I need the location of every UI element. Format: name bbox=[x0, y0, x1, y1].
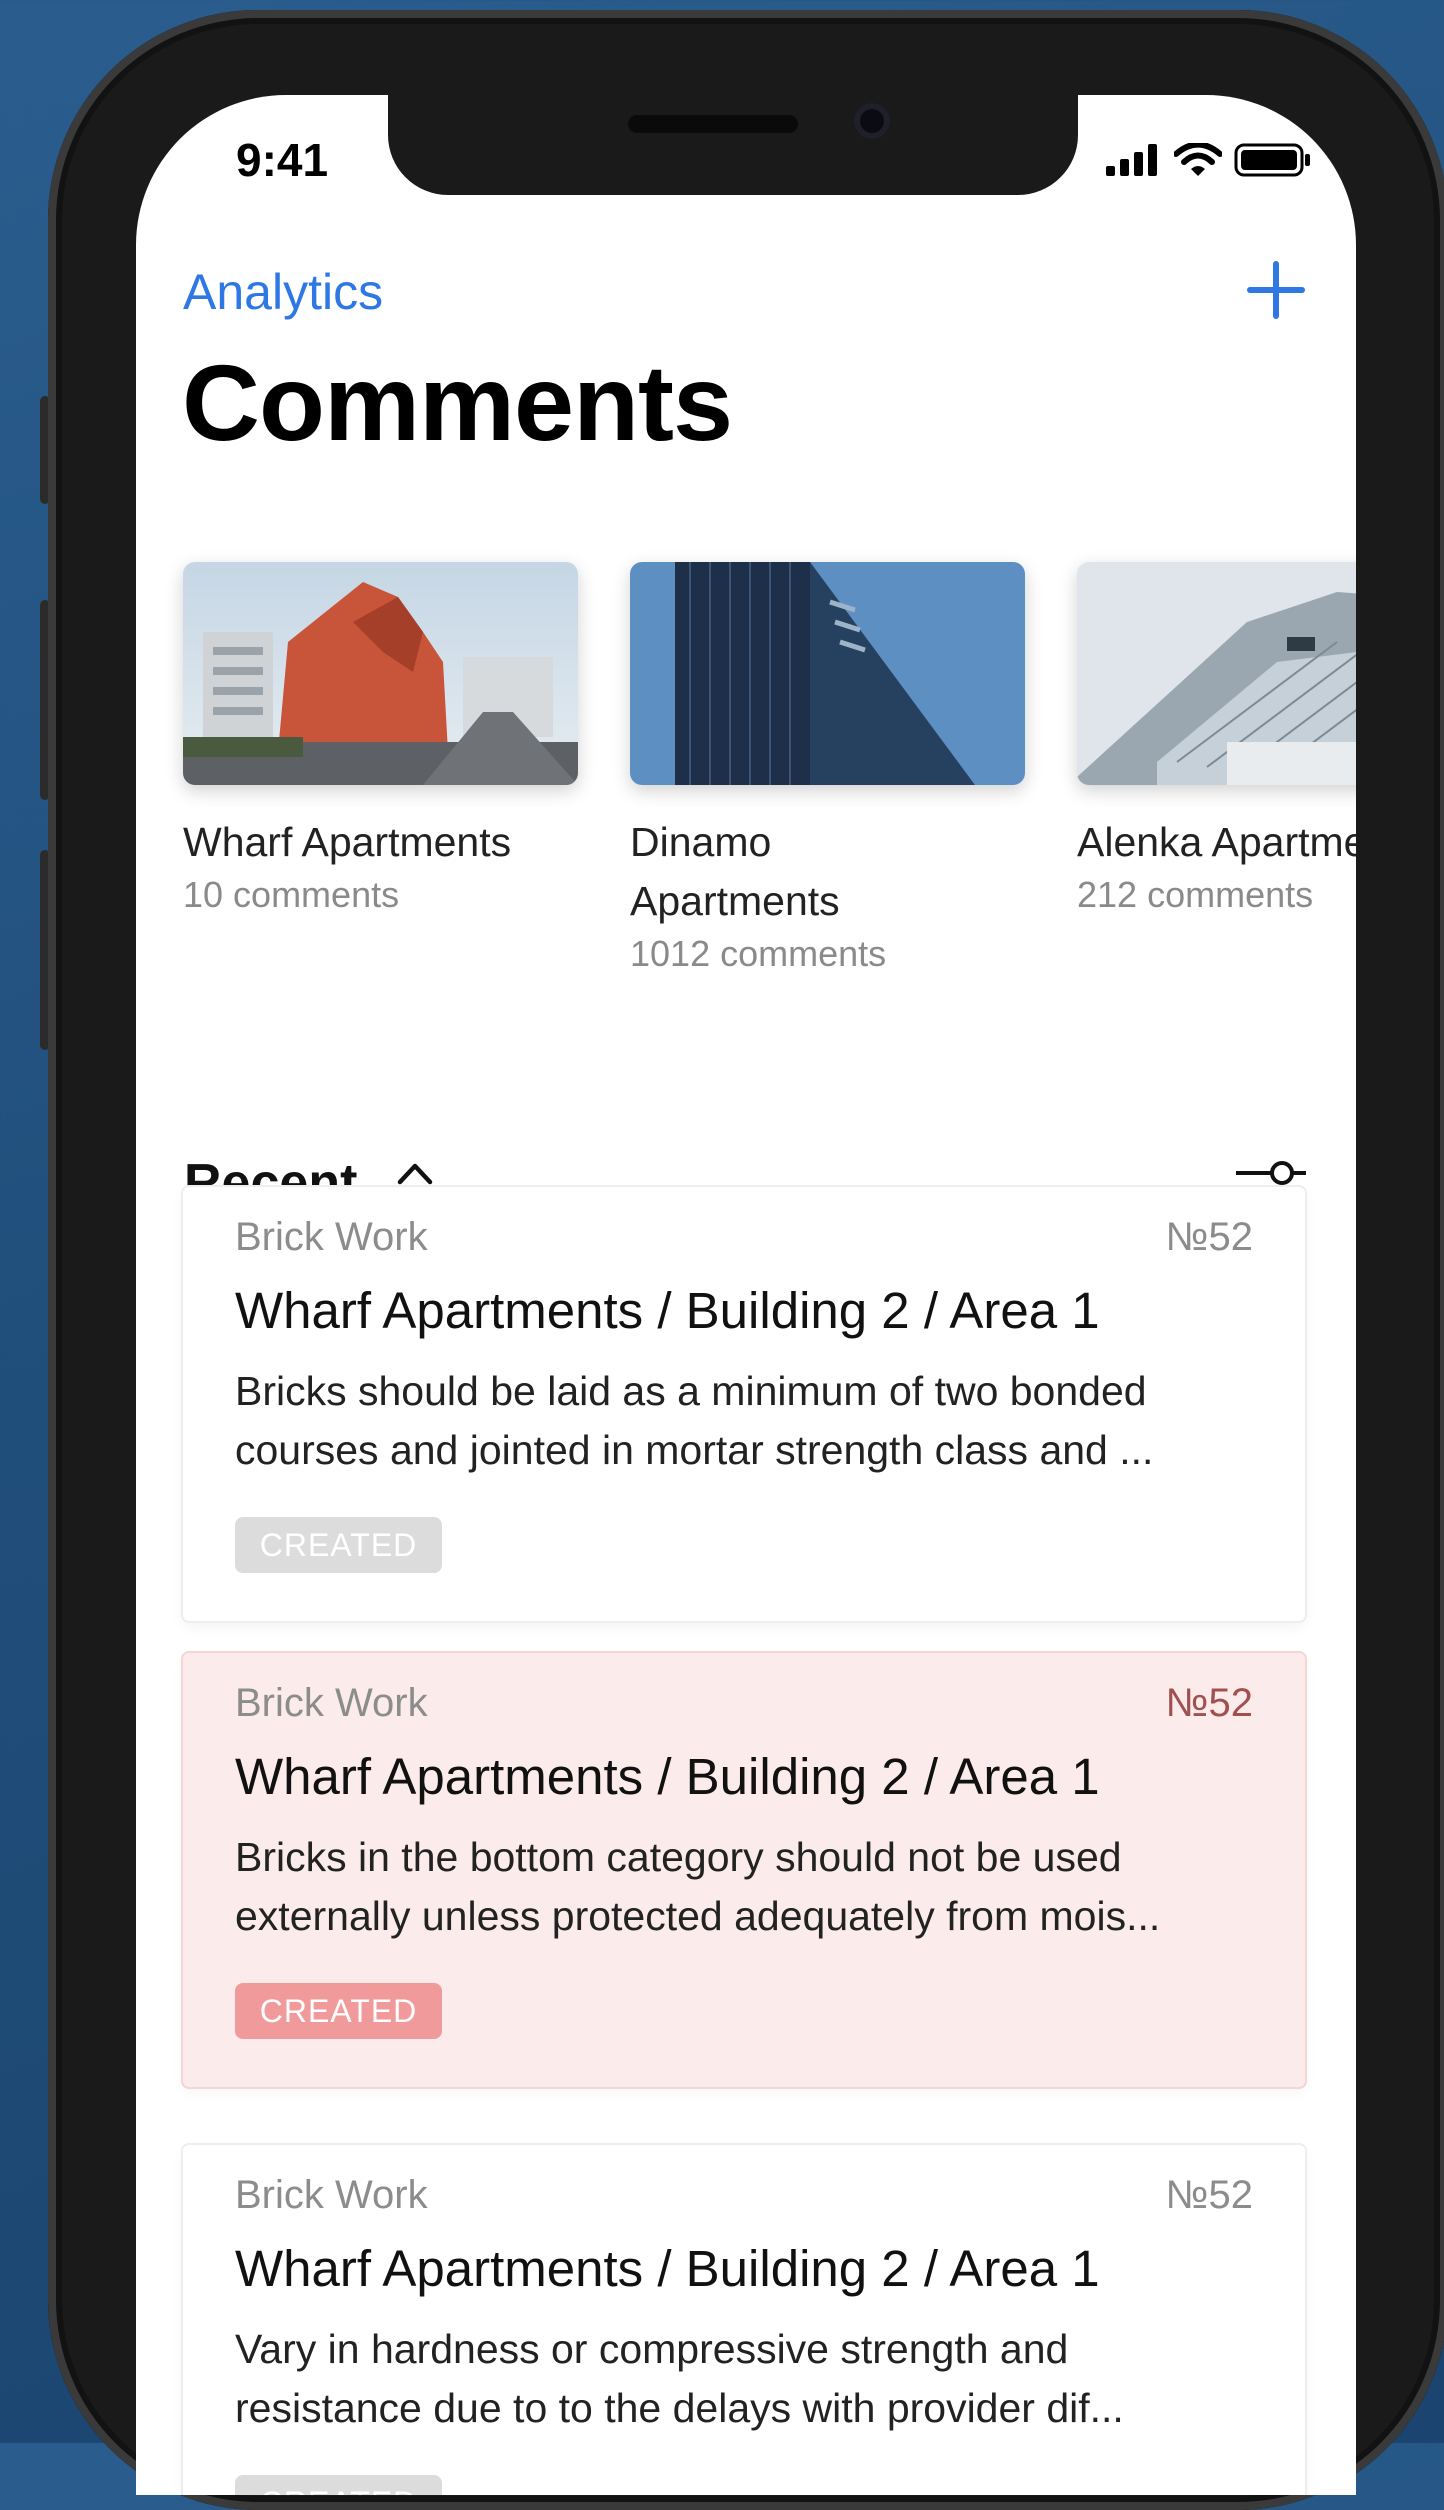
comment-text: Bricks should be laid as a minimum of tw… bbox=[235, 1368, 1154, 1473]
comment-number: №52 bbox=[1165, 1215, 1253, 1259]
comment-location: Wharf Apartments / Building 2 / Area 1 bbox=[235, 1748, 1100, 1805]
project-name: Dinamo Apartments bbox=[630, 819, 840, 924]
comment-text: Vary in hardness or compressive strength… bbox=[235, 2326, 1124, 2431]
project-photo bbox=[630, 562, 1025, 785]
signal-icon bbox=[1106, 144, 1157, 176]
status-badge: CREATED bbox=[235, 1517, 442, 1573]
project-comment-count: 10 comments bbox=[183, 874, 400, 915]
project-photo bbox=[1077, 562, 1356, 785]
project-name: Wharf Apartments bbox=[183, 819, 512, 865]
project-name: Alenka Apartments bbox=[1077, 819, 1356, 865]
comment-card[interactable]: Brick Work №52 Wharf Apartments / Buildi… bbox=[183, 1653, 1305, 2087]
plus-icon[interactable] bbox=[1246, 260, 1306, 320]
status-badge: CREATED bbox=[235, 1983, 442, 2039]
front-camera bbox=[854, 103, 890, 139]
status-badge: CREATED bbox=[235, 2475, 442, 2495]
project-card[interactable]: Alenka Apartments 212 comments bbox=[1077, 562, 1356, 916]
project-photo bbox=[183, 562, 578, 785]
projects-carousel[interactable]: Wharf Apartments 10 comments Dinamo Apar bbox=[183, 562, 1356, 1082]
comment-category: Brick Work bbox=[235, 1681, 428, 1725]
comment-text: Bricks in the bottom category should not… bbox=[235, 1834, 1161, 1939]
comment-category: Brick Work bbox=[235, 1215, 428, 1259]
speaker bbox=[628, 115, 798, 133]
project-card[interactable]: Dinamo Apartments 1012 comments bbox=[630, 562, 1025, 975]
battery-icon bbox=[1234, 143, 1310, 177]
status-icons bbox=[1106, 143, 1312, 177]
notch bbox=[388, 95, 1078, 195]
back-analytics-link[interactable]: Analytics bbox=[183, 263, 383, 321]
comment-number: №52 bbox=[1165, 1681, 1253, 1725]
wifi-icon bbox=[1174, 143, 1222, 176]
project-comment-count: 212 comments bbox=[1077, 874, 1314, 915]
project-comment-count: 1012 comments bbox=[630, 933, 887, 974]
comment-location: Wharf Apartments / Building 2 / Area 1 bbox=[235, 1282, 1100, 1339]
page-title: Comments bbox=[182, 342, 733, 463]
comment-number: №52 bbox=[1165, 2173, 1253, 2217]
project-card[interactable]: Wharf Apartments 10 comments bbox=[183, 562, 578, 916]
comment-card[interactable]: Brick Work №52 Wharf Apartments / Buildi… bbox=[183, 1187, 1305, 1621]
app-screen: 9:41 Analytics Comments Wharf Apartments… bbox=[136, 95, 1356, 2495]
comment-category: Brick Work bbox=[235, 2173, 428, 2217]
comment-location: Wharf Apartments / Building 2 / Area 1 bbox=[235, 2240, 1100, 2297]
status-time: 9:41 bbox=[236, 134, 329, 186]
